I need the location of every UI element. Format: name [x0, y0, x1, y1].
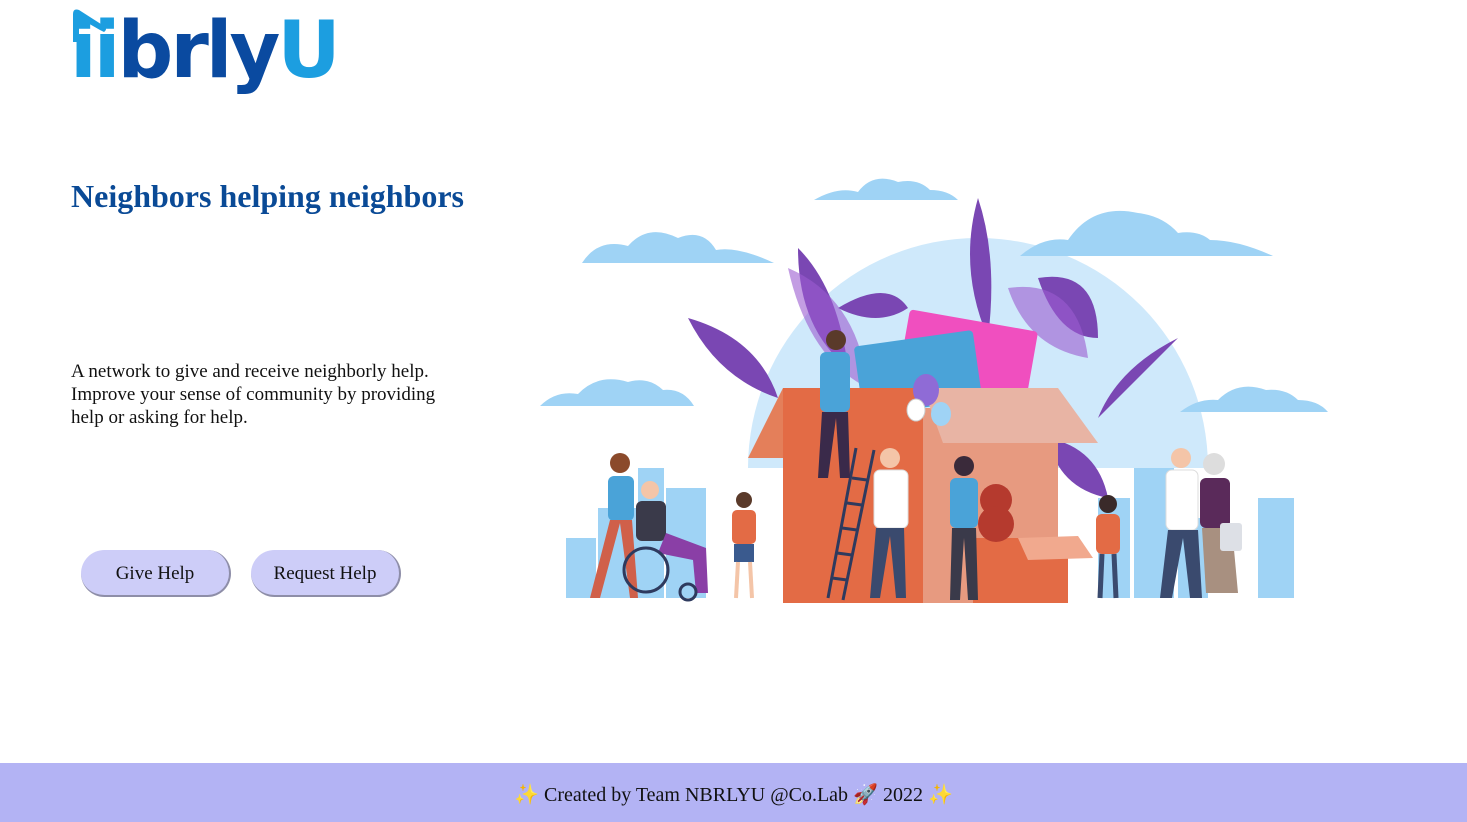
- community-illustration: [538, 178, 1330, 608]
- footer: ✨ Created by Team NBRLYU @Co.Lab 🚀 2022 …: [0, 763, 1467, 822]
- request-help-button[interactable]: Request Help: [251, 550, 401, 597]
- logo-part-3: U: [277, 6, 340, 96]
- page-title: Neighbors helping neighbors: [71, 178, 464, 214]
- nbrlyu-logo[interactable]: iibrlyU: [70, 4, 341, 104]
- intro-text: A network to give and receive neighborly…: [71, 361, 436, 428]
- logo-part-2: brly: [117, 6, 280, 96]
- landing-page: iibrlyU Neighbors helping neighbors A ne…: [0, 0, 1467, 822]
- house-roof-icon: [73, 9, 106, 42]
- give-help-button[interactable]: Give Help: [81, 550, 231, 597]
- footer-text: ✨ Created by Team NBRLYU @Co.Lab 🚀 2022 …: [514, 784, 953, 806]
